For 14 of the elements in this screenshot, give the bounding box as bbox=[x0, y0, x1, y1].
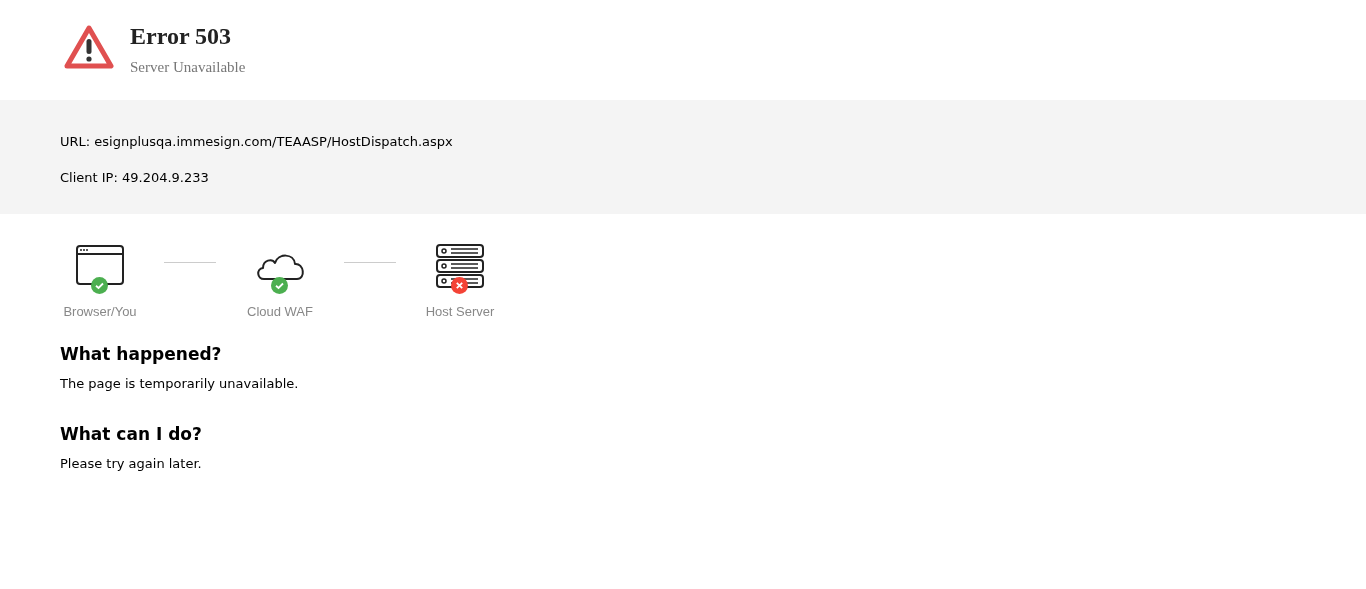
section-heading: What can I do? bbox=[60, 423, 203, 445]
error-title: Error 503 bbox=[130, 24, 233, 48]
section-text: The page is temporarily unavailable. bbox=[60, 375, 300, 394]
node-label: Host Server bbox=[425, 303, 495, 321]
node-label: Cloud WAF bbox=[247, 303, 313, 321]
section-heading: What happened? bbox=[60, 344, 223, 365]
info-line: URL: esignplusqa.immesign.com/TEAASP/HostDispatch.aspx bbox=[60, 133, 454, 151]
server-icon bbox=[435, 243, 485, 289]
warning-icon bbox=[64, 24, 114, 70]
section-text: Please try again later. bbox=[60, 455, 203, 474]
error-subtitle: Server Unavailable bbox=[130, 58, 246, 77]
browser-window-icon bbox=[75, 244, 125, 288]
info-line: Client IP: 49.204.9.233 bbox=[60, 168, 210, 187]
node-label: Browser/You bbox=[63, 303, 137, 321]
